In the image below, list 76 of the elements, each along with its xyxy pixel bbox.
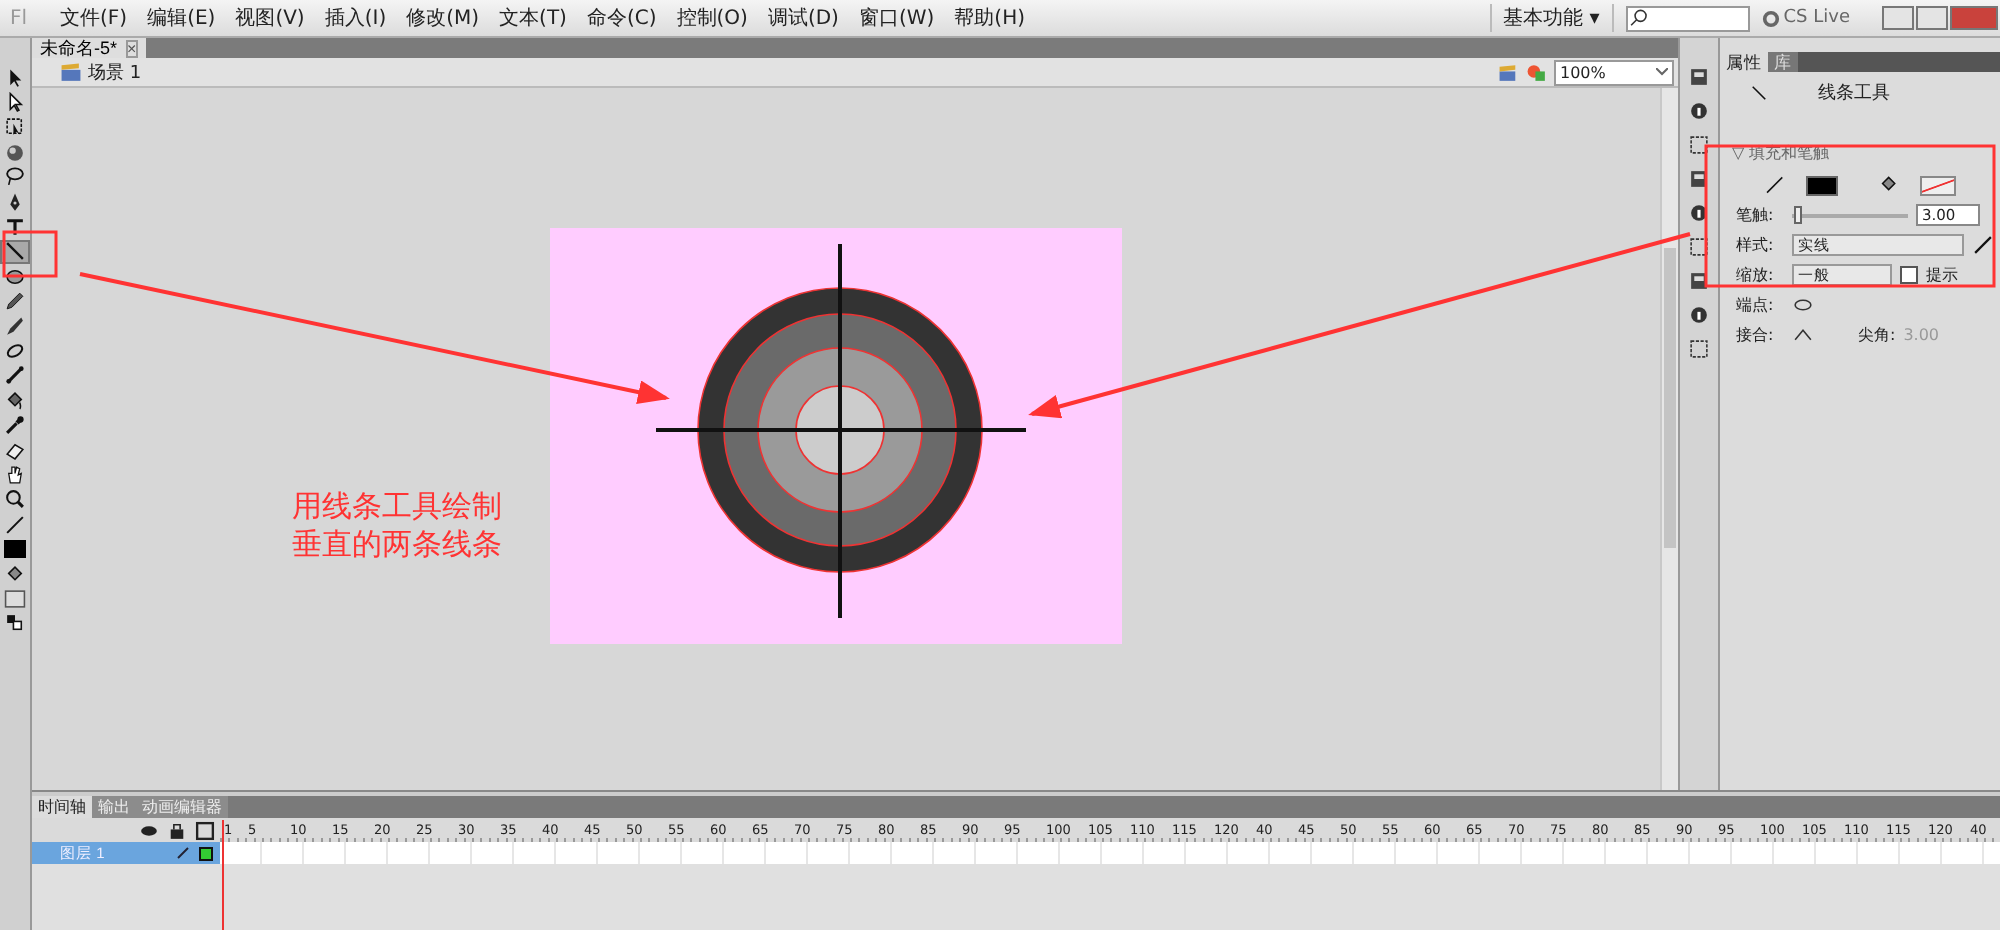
scene-label[interactable]: 场景 1 — [88, 59, 142, 85]
outline-color-icon — [198, 845, 214, 861]
edit-symbol-icon — [1526, 61, 1548, 83]
field-label: 尖角: — [1858, 324, 1896, 346]
menu-item[interactable]: 帮助(H) — [944, 4, 1035, 32]
menu-item[interactable]: 调试(D) — [757, 4, 849, 32]
panel-tab[interactable]: 时间轴 — [32, 796, 92, 818]
fill-color-swatch[interactable] — [1919, 175, 1957, 195]
selection-arrow-icon — [4, 67, 26, 90]
field-label: 样式: — [1736, 234, 1776, 256]
panel-tab[interactable]: 属性 — [1720, 52, 1768, 72]
caret-icon — [1656, 68, 1668, 76]
field-label: 缩放: — [1736, 264, 1776, 286]
menu-item[interactable]: 文件(F) — [50, 4, 138, 32]
edit-scene-icon — [1498, 61, 1520, 83]
menu-item[interactable]: 命令(C) — [576, 4, 667, 32]
search-field[interactable] — [1625, 5, 1750, 31]
field-label: 端点: — [1736, 294, 1776, 316]
tool-button[interactable] — [0, 165, 30, 190]
line-icon — [1748, 82, 1770, 104]
cs-live-button[interactable]: CS Live — [1761, 8, 1850, 28]
eraser-icon — [4, 439, 26, 462]
zoom-icon — [4, 488, 26, 511]
join-style-icon — [1792, 324, 1814, 346]
miter-value: 3.00 — [1903, 326, 1940, 344]
hint-checkbox[interactable] — [1900, 266, 1918, 284]
tool-button[interactable] — [0, 412, 30, 438]
menu-item[interactable]: 视图(V) — [225, 4, 315, 32]
slider-thumb[interactable] — [1794, 205, 1803, 223]
zoom-dropdown[interactable]: 100% — [1554, 59, 1674, 85]
search-icon — [1627, 7, 1650, 29]
fill-swatch-icon — [4, 587, 26, 610]
lasso-icon — [4, 166, 26, 189]
highlight-box — [2, 230, 58, 278]
tool-button[interactable] — [0, 289, 30, 314]
text-icon — [4, 216, 26, 239]
pencil-icon — [4, 290, 26, 313]
tool-button[interactable] — [0, 536, 30, 562]
clapperboard-icon — [60, 61, 82, 83]
document-tab[interactable]: 未命名-5* × — [32, 38, 147, 58]
pencil-stroke-icon — [4, 513, 26, 536]
tool-button[interactable] — [0, 363, 30, 389]
minimize-button[interactable] — [1882, 6, 1914, 30]
ring-icon — [1761, 9, 1780, 27]
pencil-icon — [176, 846, 190, 860]
annotation-text: 用线条工具绘制 垂直的两条线条 — [292, 488, 502, 564]
hand-icon — [4, 463, 26, 486]
transform-icon — [4, 116, 26, 139]
menu-item[interactable]: 修改(M) — [396, 4, 490, 32]
tool-button[interactable] — [0, 239, 30, 265]
menu-item[interactable]: 插入(I) — [314, 4, 397, 32]
swap-colors-icon — [4, 612, 26, 635]
brush-icon — [4, 315, 26, 338]
subselection-arrow-icon — [4, 92, 26, 115]
restore-button[interactable] — [1916, 6, 1948, 30]
menu-item[interactable]: 控制(O) — [666, 4, 758, 32]
workspace-switcher[interactable]: 基本功能 ▾ — [1489, 4, 1614, 32]
checkbox-label: 提示 — [1926, 264, 1958, 286]
field-label: 接合: — [1736, 324, 1776, 346]
menu-item[interactable]: 窗口(W) — [848, 4, 945, 32]
outline-icon — [194, 819, 216, 841]
pencil-icon — [1764, 174, 1786, 196]
tool-name: 线条工具 — [1818, 81, 1890, 106]
bone-icon — [4, 364, 26, 387]
stroke-swatch-icon — [4, 540, 26, 559]
lock-icon — [166, 819, 188, 841]
app-logo: Fl — [8, 7, 30, 29]
pencil-icon — [1972, 234, 1994, 256]
menu-item[interactable]: 文本(T) — [489, 4, 577, 32]
stroke-color-swatch[interactable] — [1805, 175, 1839, 195]
menu-item[interactable]: 编辑(E) — [137, 4, 226, 32]
eyedropper-icon — [4, 414, 26, 437]
line-icon — [4, 240, 26, 263]
cap-style-icon — [1792, 294, 1814, 316]
tool-button[interactable] — [0, 487, 30, 513]
field-label: 笔触: — [1736, 204, 1776, 226]
